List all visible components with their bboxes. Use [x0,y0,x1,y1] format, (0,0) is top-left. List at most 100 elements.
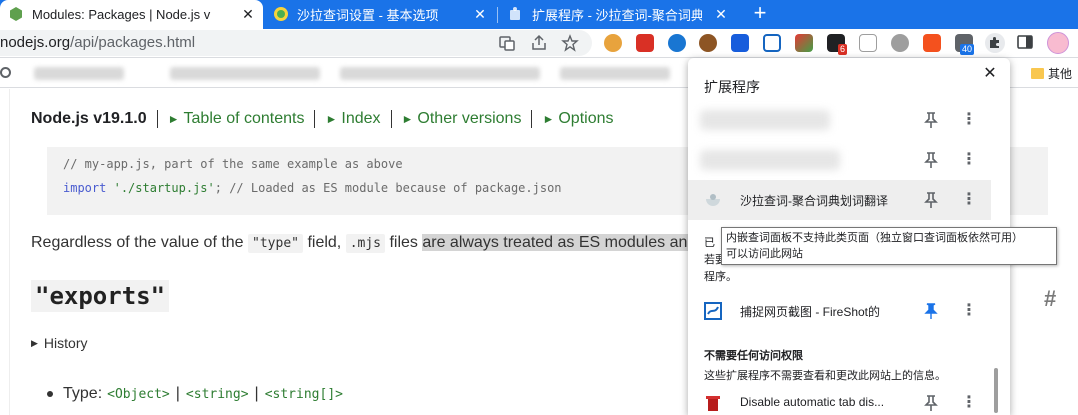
saladict-icon [274,7,288,21]
tab-extensions[interactable]: 扩展程序 - 沙拉查词-聚合词典划 ✕ [500,0,736,29]
pin-icon[interactable] [922,150,940,170]
color-extension-icon[interactable] [795,34,813,52]
anchor-link[interactable]: # [1044,286,1056,312]
history-toggle[interactable]: ▶ History [31,335,87,351]
code-string: './startup.js' [113,181,215,195]
type-separator: | [254,385,259,402]
extension-row-fireshot[interactable]: 捕捉网页截图 - FireShot的 ⋮ [688,291,991,331]
toc-link[interactable]: Table of contents [184,110,305,128]
nav-divider [390,110,392,128]
extension-name: Disable automatic tab dis... [740,395,885,409]
blurred-bookmark[interactable] [340,67,540,80]
more-options-icon[interactable]: ⋮ [960,150,978,170]
tab-strip: Modules: Packages | Node.js v ✕ 沙拉查词设置 -… [0,0,1078,29]
address-bar[interactable]: nodejs.org/api/packages.html [0,30,592,56]
tab-divider [497,7,498,23]
tab-nodejs-packages[interactable]: Modules: Packages | Node.js v ✕ [0,0,263,29]
other-versions-link[interactable]: Other versions [417,110,521,128]
warning-line: 程序。 [704,271,737,283]
bookmark-star-icon[interactable] [561,34,579,52]
url-text[interactable]: nodejs.org/api/packages.html [0,34,195,51]
folder-icon [1031,68,1044,79]
adblock-plus-icon[interactable] [636,34,654,52]
history-label: History [43,335,88,351]
code-comment-line: // my-app.js, part of the same example a… [63,157,403,171]
share-icon[interactable] [530,34,548,52]
index-link[interactable]: Index [341,110,380,128]
inline-code: "type" [248,234,303,253]
extension-row-disable-tab-discard[interactable]: Disable automatic tab dis... ⋮ [688,383,991,415]
tooltip-line: 内嵌查词面板不支持此类页面（独立窗口查词面板依然可用） [726,232,1023,244]
left-gutter [0,89,10,415]
tab-saladict-settings[interactable]: 沙拉查词设置 - 基本选项 ✕ [265,0,495,29]
para-text: Regardless of the value of the [31,234,249,251]
more-options-icon[interactable]: ⋮ [960,110,978,130]
nav-divider [314,110,316,128]
bitwarden-icon[interactable] [731,34,749,52]
pin-icon[interactable] [922,393,940,413]
blurred-extension-name [700,110,830,130]
url-path: /api/packages.html [70,34,196,51]
bullet-icon [47,391,53,397]
side-panel-icon[interactable] [1017,34,1033,50]
inline-code: .mjs [345,234,385,253]
pin-icon[interactable] [922,110,940,130]
type-string-array-link[interactable]: <string[]> [265,387,343,402]
type-separator: | [175,385,180,402]
tab-count-badge: 40 [960,44,975,55]
orange-extension-icon[interactable] [923,34,941,52]
profile-avatar[interactable] [1047,32,1069,54]
code-import-line: import './startup.js'; // Loaded as ES m… [63,181,562,195]
type-object-link[interactable]: <Object> [107,387,170,402]
blurred-bookmark[interactable] [560,67,670,80]
other-bookmarks-label: 其他 [1048,67,1073,81]
extensions-puzzle-icon[interactable] [985,33,1005,53]
cloud-extension-icon[interactable] [859,34,877,52]
new-tab-button[interactable]: + [748,2,772,26]
pinned-icon[interactable] [922,301,940,321]
extension-name: 沙拉查词-聚合词典划词翻译 [740,194,888,208]
puzzle-icon [510,7,520,20]
blurred-bookmark[interactable] [170,67,320,80]
close-tab-button[interactable]: ✕ [471,5,489,23]
options-link[interactable]: Options [558,110,613,128]
trash-icon [706,396,720,411]
glasses-extension-icon[interactable] [668,34,686,52]
no-access-description: 这些扩展程序不需要查看和更改此网站上的信息。 [704,370,946,382]
para-text: files [385,234,423,251]
other-bookmarks-folder[interactable]: 其他 [1031,65,1072,82]
arrow-icon: ► [167,112,180,126]
blurred-bookmark[interactable] [34,67,124,80]
selected-text[interactable]: are always treated as ES modules and [422,234,697,251]
cookie-extension-icon[interactable] [699,34,717,52]
type-string-link[interactable]: <string> [186,387,249,402]
more-options-icon[interactable]: ⋮ [960,190,978,210]
browser-toolbar: nodejs.org/api/packages.html 6 40 [0,29,1078,58]
extension-row-saladict[interactable]: 沙拉查词-聚合词典划词翻译 ⋮ [688,180,991,220]
saladict-icon [706,194,720,206]
scrollbar-thumb[interactable] [994,368,998,413]
fireshot-icon[interactable] [763,34,781,52]
apps-icon[interactable] [0,67,11,78]
doc-nav: Node.js v19.1.0 ► Table of contents ► Inde… [31,110,613,128]
type-label: Type: [63,385,103,402]
gray-circle-extension-icon[interactable] [891,34,909,52]
chrome-store-extension-icon[interactable] [604,34,622,52]
disclosure-triangle-icon: ▶ [31,337,38,348]
extension-row-blurred[interactable]: ⋮ [688,100,991,140]
more-options-icon[interactable]: ⋮ [960,393,978,413]
extension-tooltip: 内嵌查词面板不支持此类页面（独立窗口查词面板依然可用） 可以访问此网站 [721,227,1057,265]
close-tab-button[interactable]: ✕ [712,5,730,23]
close-popup-button[interactable]: ✕ [980,64,1000,84]
extension-row-blurred[interactable]: ⋮ [688,140,991,180]
translate-icon[interactable] [498,34,516,52]
type-list-item: Type: <Object> | <string> | <string[]> [47,385,343,403]
mail-badge: 6 [838,44,848,55]
close-tab-button[interactable]: ✕ [239,5,257,23]
pin-icon[interactable] [922,190,940,210]
no-access-heading: 不需要任何访问权限 [704,350,803,362]
more-options-icon[interactable]: ⋮ [960,301,978,321]
popup-title: 扩展程序 [704,79,760,95]
body-paragraph: Regardless of the value of the "type" fi… [31,234,725,253]
tab-title: 扩展程序 - 沙拉查词-聚合词典划 [532,8,702,23]
